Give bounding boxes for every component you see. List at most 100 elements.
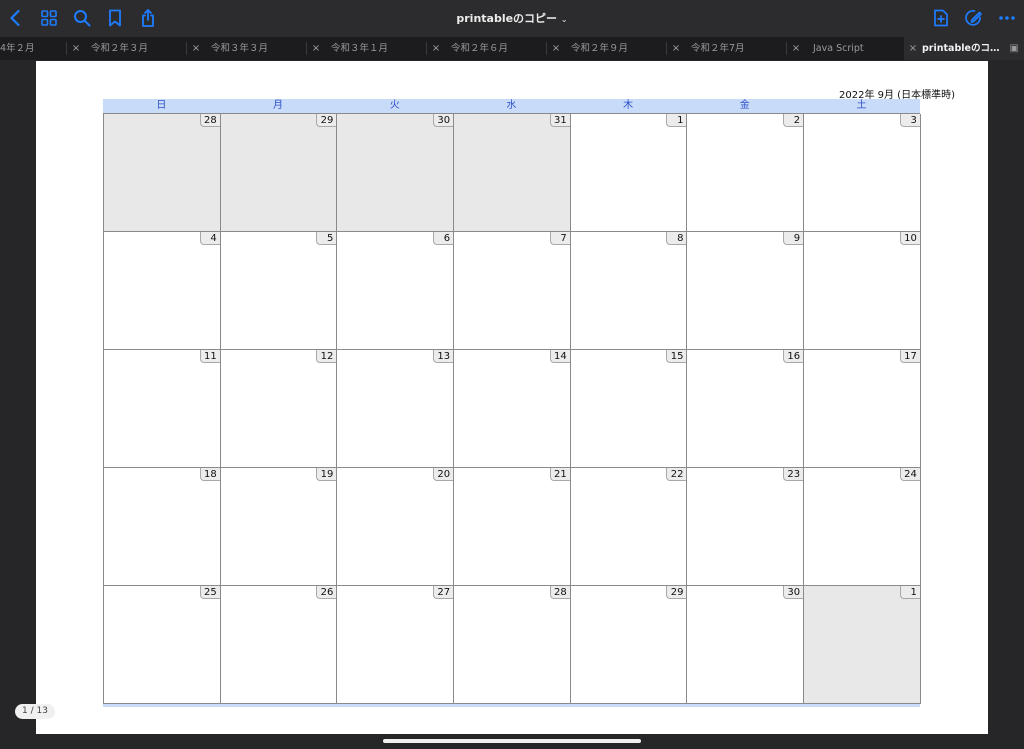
day-number: 24 [899,468,920,481]
calendar-day-cell: 9 [687,232,805,350]
pdf-page: 2022年 9月 (日本標準時) 日 月 火 水 木 金 土 28 29 30 31 1… [36,61,988,734]
calendar-day-cell: 26 [220,586,338,704]
toolbar: printableのコピー ⌄ [0,0,1024,37]
calendar-day-cell: 17 [804,350,921,468]
day-number: 22 [666,468,687,481]
tab-label: 4年２月 [0,43,35,54]
day-number: 3 [899,114,920,127]
calendar-day-cell: 3 [804,114,921,232]
day-number: 28 [549,586,570,599]
calendar-day-cell: 19 [220,468,338,586]
day-number: 23 [783,468,804,481]
calendar-day-cell-other-month: 29 [220,114,338,232]
day-number: 21 [549,468,570,481]
day-number: 25 [199,586,220,599]
day-number: 1 [666,114,687,127]
day-number: 11 [199,350,220,363]
calendar-day-cell: 22 [570,468,688,586]
day-number: 8 [666,232,687,245]
calendar-day-cell: 6 [337,232,455,350]
day-number: 16 [783,350,804,363]
weekday-label: 木 [623,100,634,111]
day-number: 9 [783,232,804,245]
calendar-week-row: 4 5 6 7 8 9 10 [104,232,921,350]
calendar-day-cell-other-month: 28 [104,114,221,232]
calendar: 日 月 火 水 木 金 土 28 29 30 31 1 2 3 4 5 6 7 8 9 10 11 12 13 1… [103,99,921,707]
tab[interactable]: × 令和３年１月 [307,37,426,60]
new-doc-icon[interactable] [929,6,953,30]
calendar-week-row: 28 29 30 31 1 2 3 [104,114,921,232]
calendar-day-cell: 13 [337,350,455,468]
day-number: 13 [433,350,454,363]
day-number: 5 [316,232,337,245]
calendar-day-cell: 27 [337,586,455,704]
tab-label: 令和３年１月 [331,43,389,54]
day-number: 12 [316,350,337,363]
tab[interactable]: × Java Script [787,37,904,60]
day-number: 19 [316,468,337,481]
calendar-day-cell: 23 [687,468,805,586]
document-title[interactable]: printableのコピー ⌄ [0,10,1024,26]
tab-active[interactable]: × printableのコ… ▣ [904,37,1024,60]
day-number: 4 [199,232,220,245]
weekday-label: 金 [739,100,750,111]
day-number: 31 [549,114,570,127]
calendar-day-cell: 1 [570,114,688,232]
close-icon[interactable]: × [427,37,445,60]
close-icon[interactable]: × [787,37,805,60]
calendar-day-cell: 10 [804,232,921,350]
day-number: 27 [433,586,454,599]
calendar-day-cell: 11 [104,350,221,468]
day-number: 29 [666,586,687,599]
tab[interactable]: × 令和２年９月 [547,37,666,60]
tab[interactable]: × 令和２年7月 [667,37,786,60]
tab-label: 令和２年６月 [451,43,509,54]
weekday-label: 日 [156,100,167,111]
close-icon[interactable]: × [904,37,922,60]
tab-label: printableのコ… [922,43,1000,54]
tab[interactable]: × 令和２年６月 [427,37,546,60]
calendar-day-cell: 15 [570,350,688,468]
day-number: 30 [783,586,804,599]
weekday-label: 火 [389,100,400,111]
close-icon[interactable]: × [667,37,685,60]
calendar-day-cell: 29 [570,586,688,704]
calendar-day-cell: 14 [454,350,571,468]
calendar-grid: 28 29 30 31 1 2 3 4 5 6 7 8 9 10 11 12 13 14 15 16 17 18 19 20 2… [103,113,921,704]
close-icon[interactable]: × [307,37,325,60]
day-number: 10 [899,232,920,245]
tab-label: 令和２年7月 [691,43,745,54]
day-number: 1 [899,586,920,599]
tab-label: 令和２年９月 [571,43,629,54]
calendar-footer-bar [103,704,920,707]
weekday-header: 日 月 火 水 木 金 土 [103,99,920,113]
home-indicator[interactable] [383,739,641,743]
tab[interactable]: × 令和３年３月 [187,37,306,60]
tab[interactable]: 4年２月 [0,37,64,60]
close-icon[interactable]: × [187,37,205,60]
day-number: 2 [783,114,804,127]
calendar-day-cell: 5 [220,232,338,350]
day-number: 28 [199,114,220,127]
calendar-day-cell: 28 [454,586,571,704]
close-icon[interactable]: × [547,37,565,60]
more-icon[interactable] [995,6,1019,30]
close-icon[interactable]: × [67,37,85,60]
day-number: 26 [316,586,337,599]
calendar-week-row: 18 19 20 21 22 23 24 [104,468,921,586]
calendar-day-cell: 25 [104,586,221,704]
markup-icon[interactable] [962,6,986,30]
split-view-icon[interactable]: ▣ [1010,37,1019,60]
calendar-day-cell-other-month: 1 [804,586,921,704]
calendar-week-row: 11 12 13 14 15 16 17 [104,350,921,468]
tab[interactable]: × 令和２年３月 [67,37,186,60]
page-indicator: 1 / 13 [15,704,55,719]
day-number: 15 [666,350,687,363]
day-number: 18 [199,468,220,481]
day-number: 6 [433,232,454,245]
day-number: 30 [433,114,454,127]
calendar-day-cell: 21 [454,468,571,586]
calendar-day-cell-other-month: 31 [454,114,571,232]
calendar-day-cell: 7 [454,232,571,350]
calendar-day-cell: 12 [220,350,338,468]
